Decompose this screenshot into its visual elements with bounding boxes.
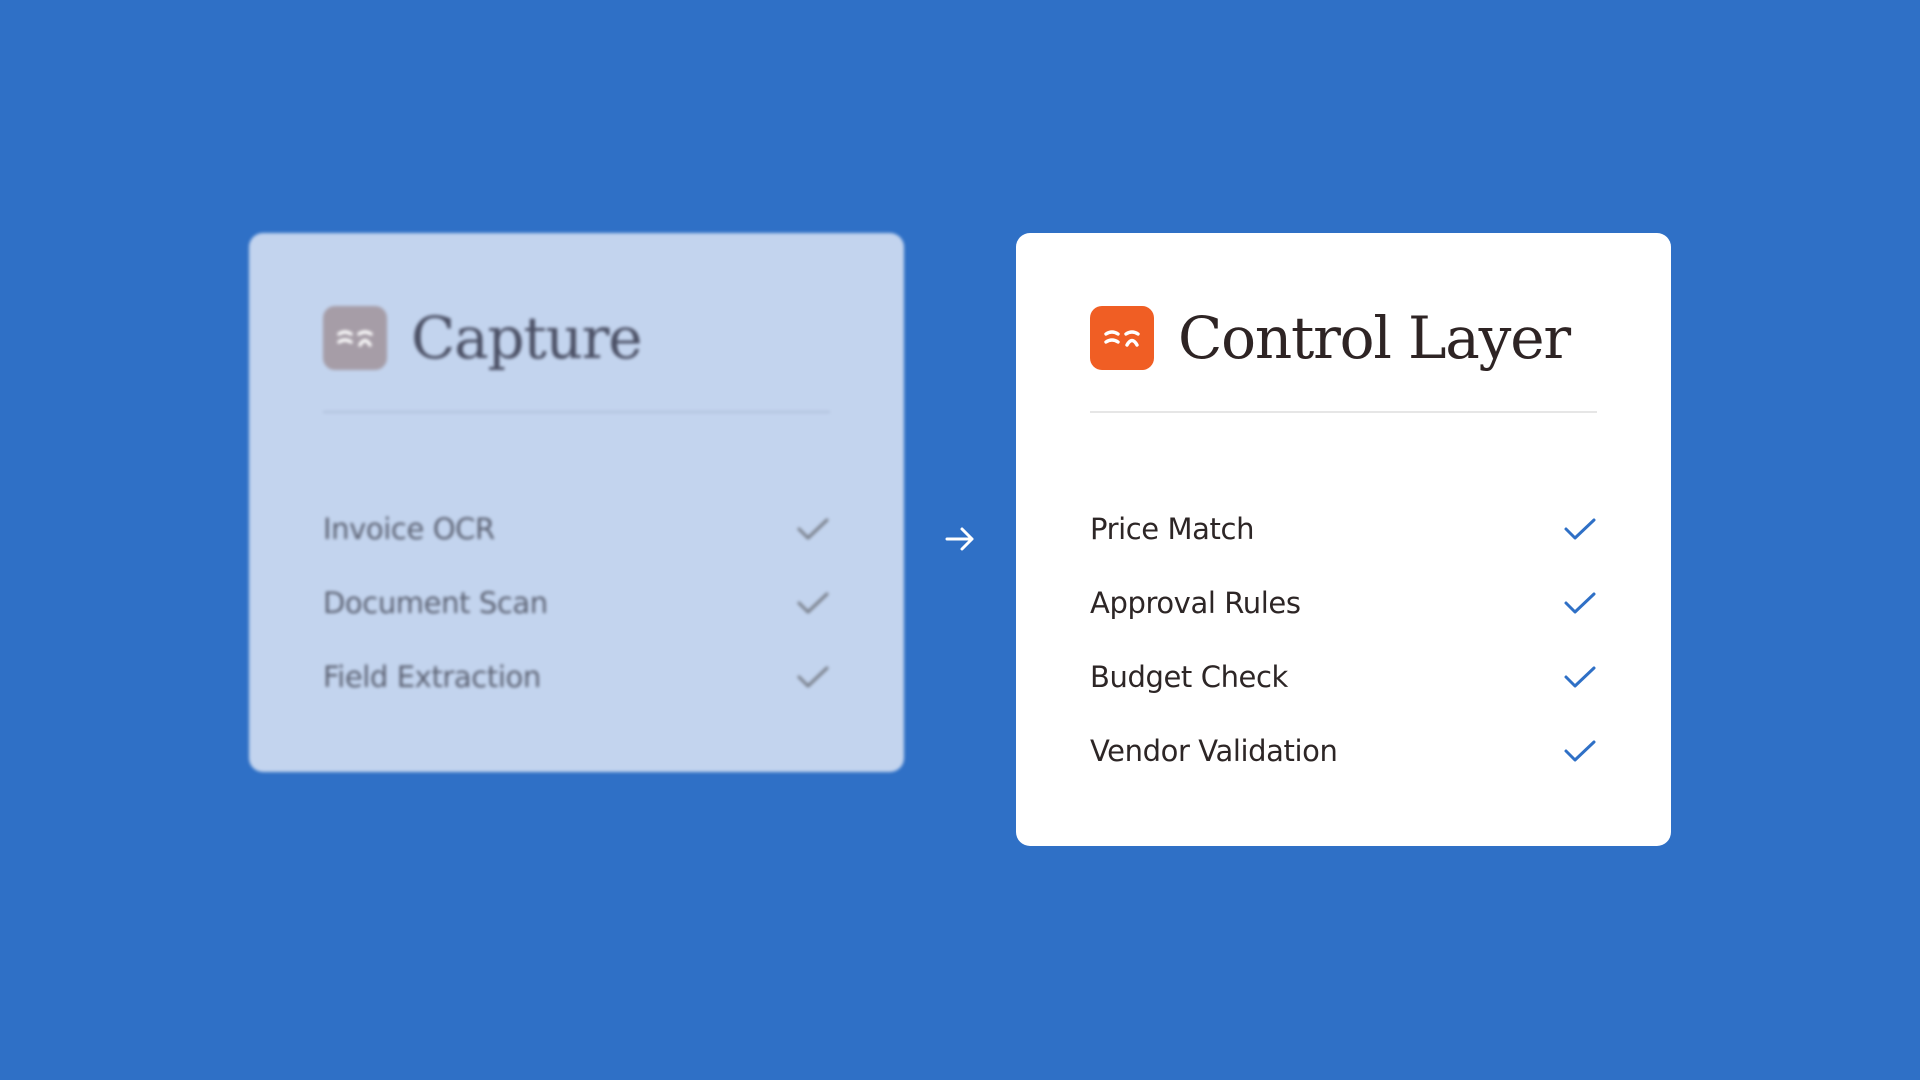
feature-label-invoice-ocr: Invoice OCR [323, 512, 495, 546]
feature-label-budget-check: Budget Check [1090, 660, 1288, 694]
control-layer-card: Control Layer Price Match Approval Rules… [1016, 233, 1671, 846]
check-icon [1563, 516, 1597, 542]
feature-label-approval-rules: Approval Rules [1090, 586, 1301, 620]
capture-divider [323, 411, 830, 413]
capture-feature-row: Field Extraction [323, 640, 830, 714]
brand-wave-icon [1090, 306, 1154, 370]
feature-label-price-match: Price Match [1090, 512, 1255, 546]
control-layer-feature-list: Price Match Approval Rules Budget Check … [1090, 492, 1597, 788]
check-icon [796, 664, 830, 690]
capture-feature-row: Invoice OCR [323, 492, 830, 566]
check-icon [796, 590, 830, 616]
control-layer-card-header: Control Layer [1090, 304, 1571, 372]
feature-label-document-scan: Document Scan [323, 586, 548, 620]
capture-feature-row: Document Scan [323, 566, 830, 640]
control-layer-feature-row: Approval Rules [1090, 566, 1597, 640]
control-layer-feature-row: Budget Check [1090, 640, 1597, 714]
feature-label-vendor-validation: Vendor Validation [1090, 734, 1338, 768]
feature-label-field-extraction: Field Extraction [323, 660, 541, 694]
check-icon [796, 516, 830, 542]
capture-feature-list: Invoice OCR Document Scan Field Extracti… [323, 492, 830, 714]
check-icon [1563, 590, 1597, 616]
check-icon [1563, 738, 1597, 764]
capture-title: Capture [411, 304, 643, 372]
control-layer-feature-row: Vendor Validation [1090, 714, 1597, 788]
brand-wave-icon [323, 306, 387, 370]
control-layer-feature-row: Price Match [1090, 492, 1597, 566]
control-layer-divider [1090, 411, 1597, 413]
arrow-right-icon [944, 526, 976, 552]
control-layer-title: Control Layer [1178, 304, 1571, 372]
check-icon [1563, 664, 1597, 690]
capture-card: Capture Invoice OCR Document Scan Field … [249, 233, 904, 772]
capture-card-header: Capture [323, 304, 643, 372]
